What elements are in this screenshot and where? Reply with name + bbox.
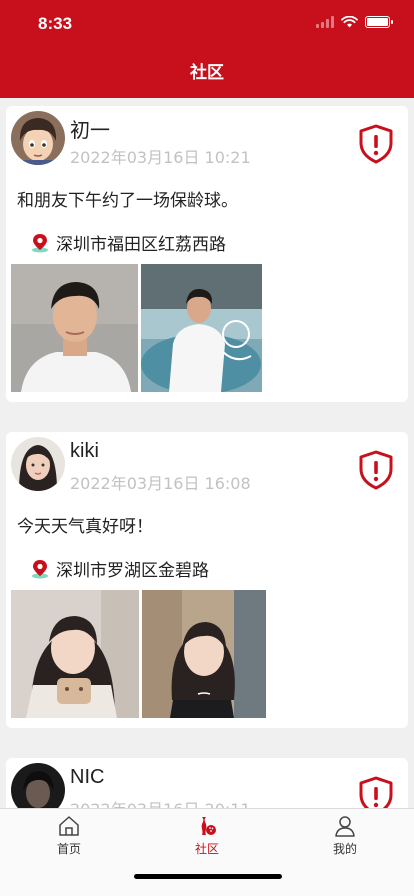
home-icon <box>59 816 79 836</box>
post-location[interactable]: 深圳市福田区红荔西路 <box>30 230 226 255</box>
tab-profile[interactable]: 我的 <box>305 815 385 857</box>
post-photo[interactable] <box>142 590 266 718</box>
post-text: 和朋友下午约了一场保龄球。 <box>17 191 238 211</box>
post-photo[interactable] <box>141 264 262 392</box>
location-text: 深圳市罗湖区金碧路 <box>56 561 209 581</box>
community-feed[interactable]: 初一 2022年03月16日 10:21 和朋友下午约了一场保龄球。 深圳市福田… <box>0 98 414 808</box>
location-pin-icon <box>32 559 48 578</box>
tab-home[interactable]: 首页 <box>29 815 109 857</box>
user-avatar[interactable] <box>11 111 65 165</box>
status-bar: 8:33 <box>0 0 414 48</box>
tab-community[interactable]: 社区 <box>167 815 247 857</box>
post-card[interactable]: kiki 2022年03月16日 16:08 今天天气真好呀！ 深圳市罗湖区金碧… <box>6 432 408 728</box>
wifi-icon <box>341 16 358 28</box>
tab-label: 我的 <box>332 842 357 856</box>
cellular-signal-icon <box>316 16 334 28</box>
location-pin-icon <box>32 233 48 252</box>
post-photo[interactable] <box>11 590 139 718</box>
page-title: 社区 <box>190 63 224 83</box>
user-name[interactable]: kiki <box>70 440 99 463</box>
user-avatar[interactable] <box>11 763 65 808</box>
bowling-icon <box>201 817 216 835</box>
user-icon <box>335 816 355 837</box>
post-time: 2022年03月16日 20:11 <box>70 796 251 808</box>
home-indicator <box>134 874 282 879</box>
location-text: 深圳市福田区红荔西路 <box>56 235 226 255</box>
post-location[interactable]: 深圳市罗湖区金碧路 <box>30 556 209 581</box>
post-card[interactable]: 初一 2022年03月16日 10:21 和朋友下午约了一场保龄球。 深圳市福田… <box>6 106 408 402</box>
tab-bar: 首页 社区 我的 <box>0 808 414 896</box>
user-name[interactable]: NIC <box>70 766 104 789</box>
user-name[interactable]: 初一 <box>70 114 110 143</box>
post-card[interactable]: NIC 2022年03月16日 20:11 <box>6 758 408 808</box>
battery-icon <box>365 16 393 28</box>
user-avatar[interactable] <box>11 437 65 491</box>
report-shield-icon[interactable] <box>358 776 394 808</box>
post-text: 今天天气真好呀！ <box>17 517 153 537</box>
tab-label: 首页 <box>56 842 81 856</box>
status-time: 8:33 <box>38 14 73 33</box>
nav-bar: 社区 <box>0 48 414 98</box>
post-time: 2022年03月16日 10:21 <box>70 148 251 167</box>
tab-label: 社区 <box>194 842 219 856</box>
report-shield-icon[interactable] <box>358 450 394 490</box>
report-shield-icon[interactable] <box>358 124 394 164</box>
post-time: 2022年03月16日 16:08 <box>70 474 251 493</box>
post-photo[interactable] <box>11 264 138 392</box>
status-icons <box>316 16 393 28</box>
